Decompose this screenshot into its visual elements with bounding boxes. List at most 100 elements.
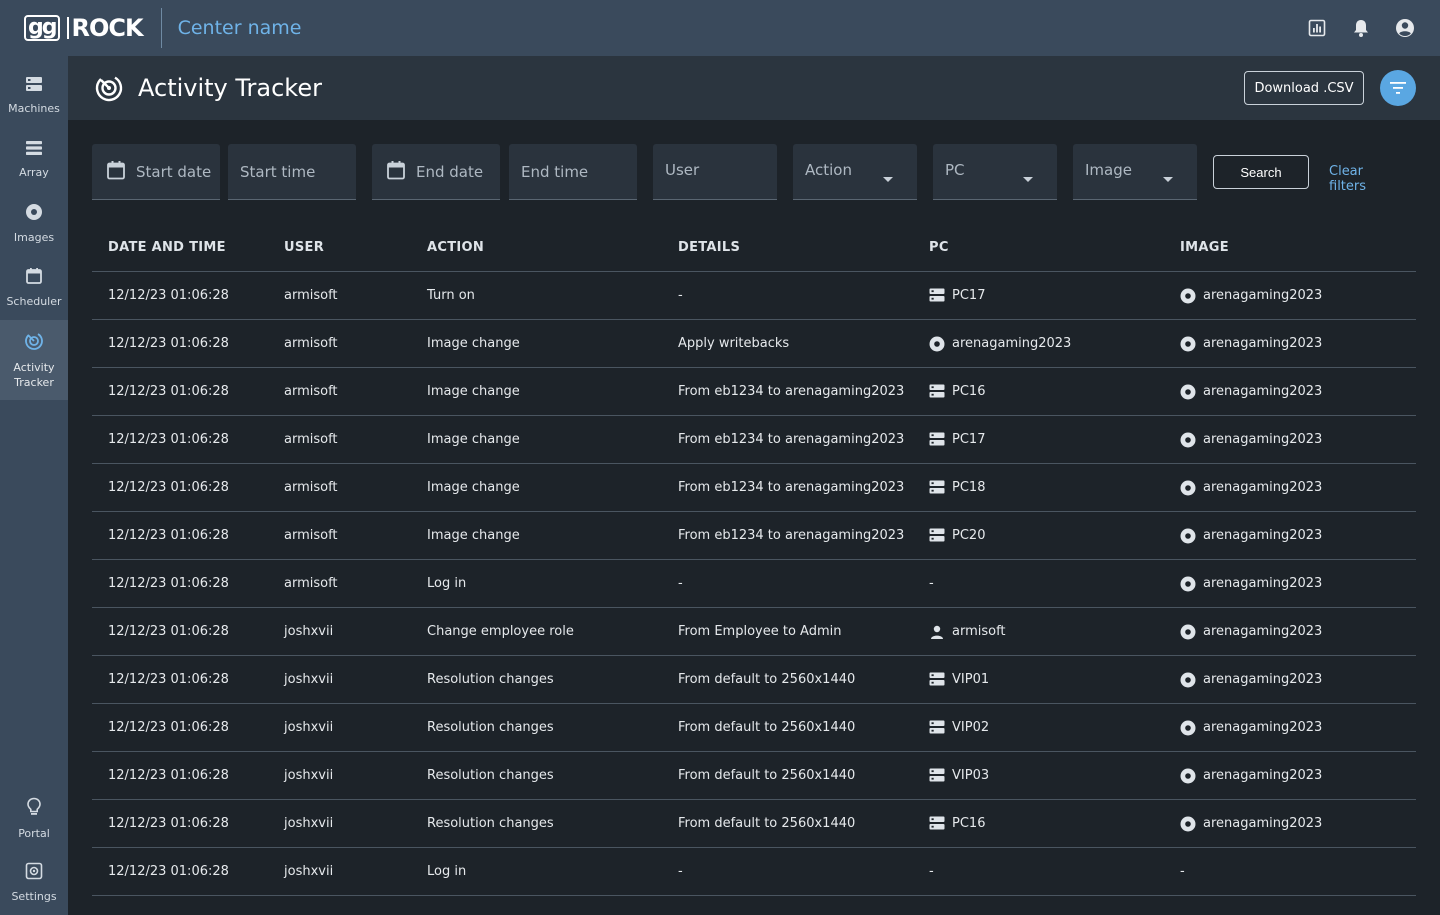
start-time-field[interactable]: Start time <box>228 144 356 200</box>
column-header-date[interactable]: DATE AND TIME <box>92 240 268 255</box>
table-row[interactable]: 12/12/23 01:06:28 armisoft Log in - - arenaga… <box>92 560 1416 608</box>
end-date-field[interactable]: End date <box>372 144 500 200</box>
column-header-image[interactable]: IMAGE <box>1164 240 1416 255</box>
cell-details: From default to 2560x1440 <box>662 672 913 687</box>
cell-details-text: - <box>678 288 683 303</box>
table-row[interactable]: 12/12/23 01:06:28 joshxvii Resolution chan… <box>92 752 1416 800</box>
search-button[interactable]: Search <box>1213 155 1309 189</box>
action-select[interactable]: Action <box>793 144 917 200</box>
cell-image: arenagaming2023 <box>1164 720 1416 736</box>
cell-action: Resolution changes <box>411 768 662 783</box>
cell-details: From eb1234 to arenagaming2023 <box>662 480 913 495</box>
cell-date: 12/12/23 01:06:28 <box>92 288 268 303</box>
cell-action-text: Image change <box>427 480 520 495</box>
cell-pc: PC16 <box>913 384 1164 400</box>
cell-image-text: arenagaming2023 <box>1203 768 1323 783</box>
column-header-action[interactable]: ACTION <box>411 240 662 255</box>
cell-date-text: 12/12/23 01:06:28 <box>108 624 229 639</box>
cell-user: joshxvii <box>268 816 411 831</box>
cell-image-text: arenagaming2023 <box>1203 528 1323 543</box>
cell-image-text: - <box>1180 864 1185 879</box>
cell-action: Image change <box>411 432 662 447</box>
sidebar-item-machines[interactable]: Machines <box>0 64 68 128</box>
cell-details-text: From default to 2560x1440 <box>678 720 856 735</box>
table-row[interactable]: 12/12/23 01:06:28 joshxvii Change employee… <box>92 608 1416 656</box>
user-placeholder: User <box>665 160 700 179</box>
start-date-field[interactable]: Start date <box>92 144 220 200</box>
table-row[interactable]: 12/12/23 01:06:28 joshxvii Log in - - - <box>92 848 1416 896</box>
table-row[interactable]: 12/12/23 01:06:28 armisoft Image change Fro… <box>92 464 1416 512</box>
table-row[interactable]: 12/12/23 01:06:28 armisoft Image change Fro… <box>92 512 1416 560</box>
image-select[interactable]: Image <box>1073 144 1197 200</box>
disc-icon <box>1180 528 1196 544</box>
cell-action: Log in <box>411 864 662 879</box>
cell-user-text: armisoft <box>284 336 338 351</box>
table-row[interactable]: 12/12/23 01:06:28 joshxvii Resolution chan… <box>92 704 1416 752</box>
cell-date: 12/12/23 01:06:28 <box>92 336 268 351</box>
cell-action-text: Resolution changes <box>427 720 554 735</box>
cell-pc-text: - <box>929 864 934 879</box>
filter-toggle-button[interactable] <box>1380 70 1416 106</box>
chevron-down-icon <box>1163 169 1173 187</box>
activity-table: DATE AND TIME USER ACTION DETAILS PC IMA… <box>92 224 1416 896</box>
center-divider <box>160 8 162 48</box>
cell-pc-text: PC16 <box>952 816 986 831</box>
sidebar-item-label: Settings <box>11 890 57 903</box>
cell-image-text: arenagaming2023 <box>1203 816 1323 831</box>
cell-details-text: Apply writebacks <box>678 336 790 351</box>
user-field[interactable]: User <box>653 144 777 200</box>
disc-icon <box>1180 816 1196 832</box>
image-placeholder: Image <box>1085 160 1132 179</box>
cell-pc: arenagaming2023 <box>913 336 1164 352</box>
page-title: Activity Tracker <box>138 74 322 102</box>
table-row[interactable]: 12/12/23 01:06:28 joshxvii Resolution chan… <box>92 656 1416 704</box>
sidebar-item-portal[interactable]: Portal <box>0 787 68 851</box>
table-row[interactable]: 12/12/23 01:06:28 joshxvii Resolution chan… <box>92 800 1416 848</box>
clear-filters-link[interactable]: Clear filters <box>1329 164 1366 194</box>
table-row[interactable]: 12/12/23 01:06:28 armisoft Image change Fro… <box>92 416 1416 464</box>
cell-action-text: Image change <box>427 528 520 543</box>
cell-user-text: joshxvii <box>284 816 334 831</box>
sidebar-item-scheduler[interactable]: Scheduler <box>0 256 68 320</box>
column-header-details[interactable]: DETAILS <box>662 240 913 255</box>
center-name[interactable]: Center name <box>178 17 302 39</box>
pc-select[interactable]: PC <box>933 144 1057 200</box>
sidebar-item-images[interactable]: Images <box>0 192 68 256</box>
cell-pc-text: PC17 <box>952 288 986 303</box>
cell-details-text: From eb1234 to arenagaming2023 <box>678 432 905 447</box>
array-icon <box>25 140 43 159</box>
cell-image-text: arenagaming2023 <box>1203 384 1323 399</box>
cell-user: armisoft <box>268 480 411 495</box>
sidebar-item-activity-tracker[interactable]: Activity Tracker <box>0 320 68 400</box>
sidebar-item-label: Images <box>13 231 55 244</box>
sidebar-item-array[interactable]: Array <box>0 128 68 192</box>
calendar-icon <box>25 267 43 288</box>
cell-action: Resolution changes <box>411 816 662 831</box>
account-icon[interactable] <box>1394 17 1416 39</box>
bell-icon[interactable] <box>1350 17 1372 39</box>
cell-action: Image change <box>411 384 662 399</box>
column-header-user[interactable]: USER <box>268 240 411 255</box>
table-row[interactable]: 12/12/23 01:06:28 armisoft Image change Fro… <box>92 368 1416 416</box>
column-header-pc[interactable]: PC <box>913 240 1164 255</box>
pc-placeholder: PC <box>945 160 965 179</box>
cell-image-text: arenagaming2023 <box>1203 624 1323 639</box>
table-row[interactable]: 12/12/23 01:06:28 armisoft Image change App… <box>92 320 1416 368</box>
download-csv-button[interactable]: Download .CSV <box>1244 71 1364 105</box>
table-row[interactable]: 12/12/23 01:06:28 armisoft Turn on - PC17 are… <box>92 272 1416 320</box>
cell-user: armisoft <box>268 288 411 303</box>
cell-image-text: arenagaming2023 <box>1203 720 1323 735</box>
ggrock-logo[interactable]: gg ROCK <box>0 0 144 56</box>
chevron-down-icon <box>883 169 893 187</box>
end-time-field[interactable]: End time <box>509 144 637 200</box>
cell-image-text: arenagaming2023 <box>1203 576 1323 591</box>
cell-action: Turn on <box>411 288 662 303</box>
cell-details: From default to 2560x1440 <box>662 720 913 735</box>
disc-icon <box>1180 768 1196 784</box>
sidebar-item-settings[interactable]: Settings <box>0 851 68 915</box>
cell-pc: - <box>913 864 1164 879</box>
report-icon[interactable] <box>1306 17 1328 39</box>
disc-icon <box>1180 576 1196 592</box>
cell-pc: - <box>913 576 1164 591</box>
cell-details-text: - <box>678 576 683 591</box>
